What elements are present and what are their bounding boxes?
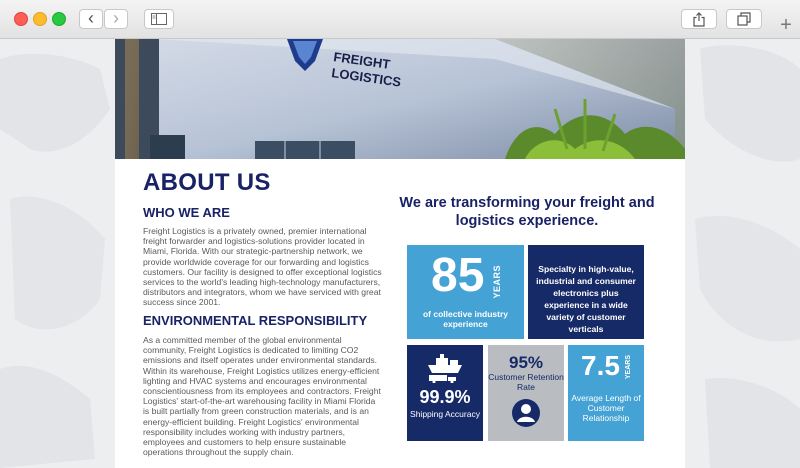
shipping-value: 99.9% <box>419 387 471 407</box>
years-label: YEARS <box>492 265 502 299</box>
length-unit: YEARS <box>625 355 632 380</box>
sidebar-toggle-button[interactable] <box>144 9 174 29</box>
tabs-icon <box>737 12 751 26</box>
specialty-tile: Specialty in high-value, industrial and … <box>528 245 644 339</box>
about-title: ABOUT US <box>143 169 271 196</box>
length-value: 7.5 <box>581 350 620 381</box>
retention-value: 95% <box>508 353 544 372</box>
about-page: FREIGHT LOGISTICS ABOUT US WHO WE ARE Fr… <box>115 39 685 468</box>
warehouse-photo: FREIGHT LOGISTICS <box>115 39 685 159</box>
shipping-caption: Shipping Accuracy <box>410 409 480 419</box>
who-we-are-text: Freight Logistics is a privately owned, … <box>143 226 382 308</box>
environmental-heading: ENVIRONMENTAL RESPONSIBILITY <box>143 313 368 328</box>
years-caption: of collective industry experience <box>422 309 509 329</box>
years-number: 85 <box>431 249 485 302</box>
forward-icon: › <box>113 8 119 28</box>
back-button[interactable]: ‹ <box>79 9 103 29</box>
customer-icon <box>512 399 540 427</box>
forward-button[interactable]: › <box>104 9 128 29</box>
specialty-text: Specialty in high-value, industrial and … <box>536 264 636 334</box>
zoom-window-button[interactable] <box>52 12 66 26</box>
warehouse-hero-image: FREIGHT LOGISTICS <box>115 39 685 159</box>
years-experience-tile: 85 YEARS of collective industry experien… <box>407 245 524 339</box>
add-tab-icon: + <box>780 14 792 36</box>
new-tab-button[interactable]: + <box>774 14 798 38</box>
title-bar: ‹ › + <box>0 0 800 39</box>
environmental-text: As a committed member of the global envi… <box>143 335 381 458</box>
show-tabs-button[interactable] <box>726 9 762 29</box>
retention-caption: Customer Retention Rate <box>488 372 564 392</box>
ship-truck-icon <box>428 354 462 383</box>
retention-tile: 95% Customer Retention Rate <box>488 345 564 441</box>
shipping-accuracy-tile: 99.9% Shipping Accuracy <box>407 345 483 441</box>
relationship-length-tile: 7.5 YEARS Average Length of Customer Rel… <box>568 345 644 441</box>
who-we-are-heading: WHO WE ARE <box>143 205 230 220</box>
web-content[interactable]: FREIGHT LOGISTICS ABOUT US WHO WE ARE Fr… <box>0 39 800 468</box>
minimize-window-button[interactable] <box>33 12 47 26</box>
close-window-button[interactable] <box>14 12 28 26</box>
length-caption: Average Length of Customer Relationship <box>571 393 641 423</box>
transform-headline: We are transforming your freight and log… <box>399 195 655 229</box>
back-icon: ‹ <box>88 8 94 28</box>
sidebar-icon <box>151 13 167 25</box>
browser-window: ‹ › + FREIGHT LOGISTICS ABOUT US WHO WE … <box>0 0 800 468</box>
share-icon <box>693 12 705 27</box>
share-button[interactable] <box>681 9 717 29</box>
